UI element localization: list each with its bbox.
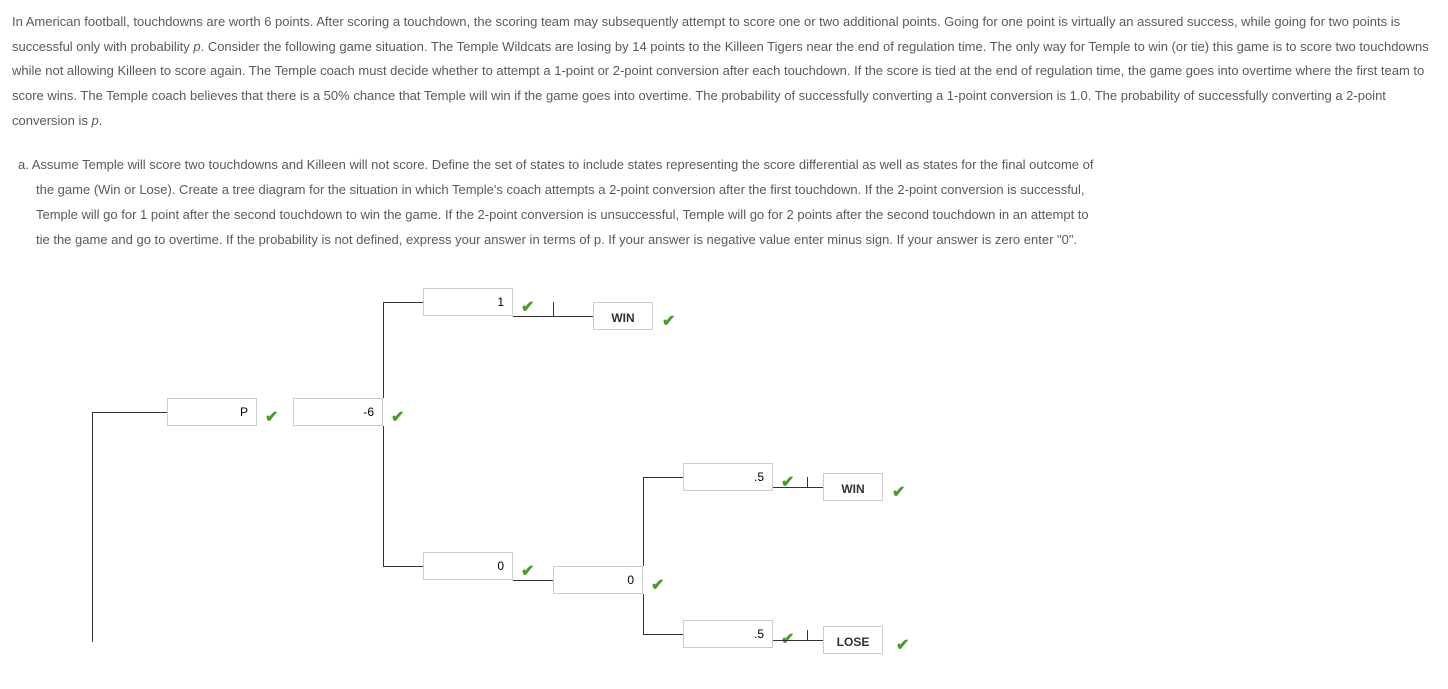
check-icon: ✔: [781, 468, 794, 498]
check-icon: ✔: [521, 293, 534, 323]
tree-p5a-win-hline: [773, 487, 823, 488]
problem-description: In American football, touchdowns are wor…: [12, 10, 1436, 133]
tree-0-vline-up: [643, 477, 644, 566]
check-icon: ✔: [892, 478, 905, 508]
tree-p5b-lose-hline: [773, 640, 823, 641]
outcome-lose: LOSE: [823, 626, 883, 654]
tree-1-hline: [383, 302, 423, 303]
input-probability-p5a[interactable]: [683, 463, 773, 491]
problem-text-2: . Consider the following game situation.…: [12, 39, 1429, 128]
outcome-win-2: WIN: [823, 473, 883, 501]
check-icon: ✔: [391, 403, 404, 433]
tree-p5b-lose-vsmall: [807, 630, 808, 640]
tree-0b-hline-conn: [513, 580, 553, 581]
check-icon: ✔: [662, 307, 675, 337]
part-a-line3: Temple will go for 1 point after the sec…: [18, 203, 1436, 228]
tree-neg6-vline-down: [383, 426, 384, 566]
part-a-question: a. Assume Temple will score two touchdow…: [12, 153, 1436, 252]
check-icon: ✔: [521, 557, 534, 587]
check-icon: ✔: [896, 631, 909, 661]
tree-p5a-hline: [643, 477, 683, 478]
input-probability-0a[interactable]: [423, 552, 513, 580]
part-a-line1: Assume Temple will score two touchdowns …: [32, 157, 1094, 172]
tree-p5a-win-vsmall: [807, 477, 808, 487]
outcome-win-1: WIN: [593, 302, 653, 330]
tree-root-vline: [92, 412, 93, 642]
input-probability-1[interactable]: [423, 288, 513, 316]
input-state-0[interactable]: [553, 566, 643, 594]
p-var-2: p: [91, 113, 98, 128]
tree-neg6-vline-up: [383, 302, 384, 398]
part-a-line4: tie the game and go to overtime. If the …: [18, 228, 1436, 253]
tree-p5b-hline: [643, 634, 683, 635]
tree-1-win-vsmall: [553, 302, 554, 316]
input-probability-p[interactable]: [167, 398, 257, 426]
check-icon: ✔: [651, 571, 664, 601]
p-var-1: p: [193, 39, 200, 54]
check-icon: ✔: [265, 403, 278, 433]
tree-p-hline: [92, 412, 167, 413]
part-a-line2: the game (Win or Lose). Create a tree di…: [18, 178, 1436, 203]
part-a-marker: a.: [18, 157, 32, 172]
input-probability-p5b[interactable]: [683, 620, 773, 648]
decision-tree: ✔ ✔ ✔ WIN ✔ ✔ ✔ ✔ WIN ✔ ✔ LOSE ✔: [12, 282, 1436, 642]
tree-1-win-hline: [513, 316, 593, 317]
input-state-neg6[interactable]: [293, 398, 383, 426]
problem-text-3: .: [99, 113, 103, 128]
tree-0a-hline: [383, 566, 423, 567]
tree-0-vline-down: [643, 594, 644, 634]
